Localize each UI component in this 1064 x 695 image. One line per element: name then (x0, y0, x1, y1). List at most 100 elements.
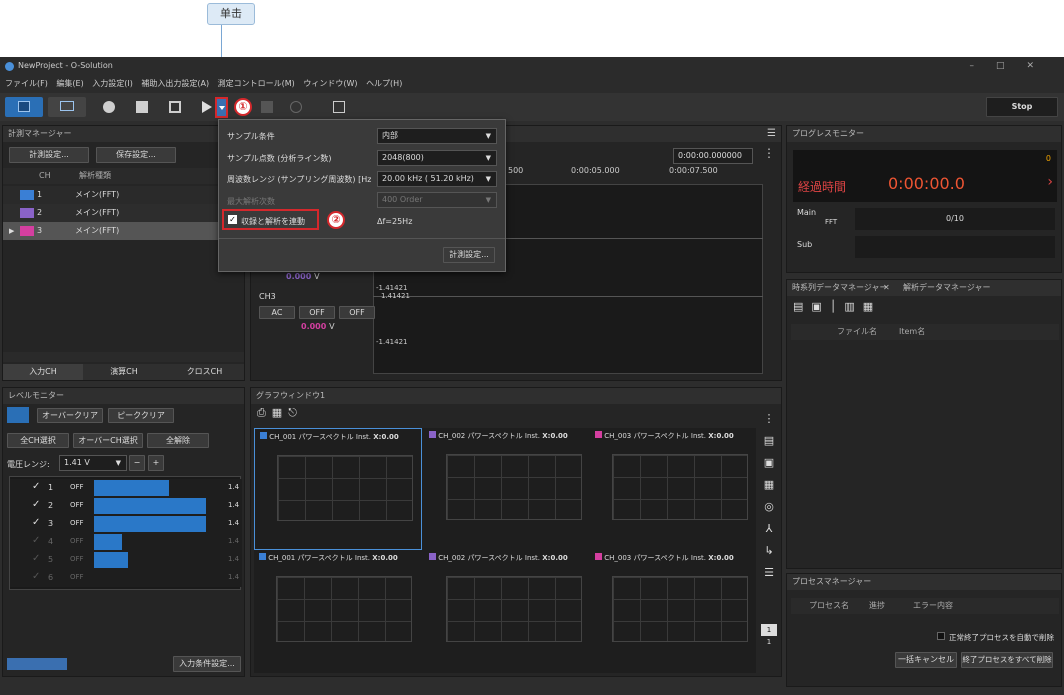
layout-buttons[interactable] (7, 658, 67, 670)
save-settings-button[interactable]: 保存設定... (96, 147, 176, 163)
menu-edit[interactable]: 編集(E) (56, 79, 83, 88)
sync-menu-icon[interactable] (169, 101, 181, 113)
measure-settings-button[interactable]: 計測設定... (9, 147, 89, 163)
sample-condition-select[interactable]: 内部 ▼ (377, 128, 497, 144)
stop-button[interactable]: Stop (986, 97, 1058, 117)
level-row[interactable]: ✓ 5 OFF 1.4 (10, 551, 242, 569)
play-icon[interactable] (202, 101, 212, 113)
ch3-off-button[interactable]: OFF (339, 306, 375, 319)
tab-calc-ch[interactable]: 演算CH (84, 364, 164, 380)
peak-clear-button[interactable]: ピーククリア (108, 408, 174, 423)
level-row[interactable]: ✓ 1 OFF 1.4 (10, 479, 242, 497)
data-manager-tabs: 時系列データマネージャー ✕ 解析データマネージャー (787, 280, 1061, 296)
palette-icon[interactable] (103, 101, 115, 113)
elapsed-value: 0:00:00.0 (888, 174, 965, 193)
graph-cell[interactable]: CH_001 パワースペクトル Inst. X:0.00 (254, 428, 422, 550)
graph-cell[interactable]: CH_002 パワースペクトル Inst. X:0.00 (424, 428, 592, 550)
sync-checkbox[interactable]: ✓ (228, 215, 237, 224)
table-row[interactable]: 1 メイン(FFT) (3, 186, 244, 204)
sample-settings-popup: サンプル条件 内部 ▼ サンプル点数 (分析ライン数) 2048(800) ▼ 周波… (218, 119, 506, 272)
input-condition-button[interactable]: 入力条件設定... (173, 656, 241, 672)
cell-inst: Inst. (354, 554, 371, 562)
ch3-label[interactable]: CH3 (259, 292, 276, 301)
graph-cell[interactable]: CH_002 パワースペクトル Inst. X:0.00 (424, 550, 592, 672)
panel-title: プロセスマネージャー (787, 574, 1061, 590)
clear-all-button[interactable]: 全解除 (147, 433, 209, 448)
more-icon[interactable]: ⋮ (763, 146, 775, 160)
popup-measure-settings-button[interactable]: 計測設定... (443, 247, 495, 263)
col-ch[interactable]: CH (39, 168, 51, 184)
sync-label[interactable]: 収録と解析を連動 (241, 216, 305, 227)
level-value: 1.4 (228, 483, 240, 491)
level-ch: 4 (48, 537, 54, 546)
wave-menu-icon[interactable]: ☰ (767, 128, 776, 139)
level-tool-icon[interactable] (7, 407, 29, 423)
auto-delete-label[interactable]: 正常終了プロセスを自動で削除 (949, 632, 1054, 643)
play-dropdown-button[interactable] (215, 97, 228, 118)
step1-marker: ① (234, 98, 252, 116)
level-row[interactable]: ✓ 2 OFF 1.4 (10, 497, 242, 515)
ch3-ac-button[interactable]: AC (259, 306, 295, 319)
tab-input-ch[interactable]: 入力CH (3, 364, 83, 380)
tab-timeseries[interactable]: 時系列データマネージャー (792, 280, 887, 296)
layout1-button[interactable] (5, 97, 43, 117)
chart-menu-icon[interactable] (136, 101, 148, 113)
table-row[interactable]: 2 メイン(FFT) (3, 204, 244, 222)
menu-aux[interactable]: 補助入出力設定(A) (141, 79, 209, 88)
panel-title: グラフウィンドウ1 (251, 388, 781, 404)
main-label: Main (797, 208, 817, 217)
select-over-ch-button[interactable]: オーバーCH選択 (73, 433, 143, 448)
cancel-all-button[interactable]: 一括キャンセル (895, 652, 957, 668)
window-controls[interactable]: –□✕ (969, 57, 1056, 75)
level-off: OFF (70, 537, 84, 545)
table-header: プロセス名 進捗 エラー内容 (791, 598, 1059, 614)
level-row[interactable]: ✓ 3 OFF 1.4 (10, 515, 242, 533)
horizontal-scrollbar[interactable] (3, 352, 244, 362)
menu-file[interactable]: ファイル(F) (5, 79, 48, 88)
graph-cell[interactable]: CH_003 パワースペクトル Inst. X:0.00 (590, 428, 756, 550)
table-row-selected[interactable]: ▶ 3 メイン(FFT) (3, 222, 244, 240)
range-minus-button[interactable]: − (129, 455, 145, 471)
menu-input[interactable]: 入力設定(I) (92, 79, 133, 88)
ch3-off-button[interactable]: OFF (299, 306, 335, 319)
step2-marker: ② (327, 211, 345, 229)
menu-window[interactable]: ウィンドウ(W) (303, 79, 357, 88)
level-value: 1.4 (228, 555, 240, 563)
select-all-ch-button[interactable]: 全CH選択 (7, 433, 69, 448)
level-value: 1.4 (228, 501, 240, 509)
level-ch: 6 (48, 573, 54, 582)
chevron-right-icon: › (1047, 174, 1053, 190)
page-indicator[interactable]: 1 1 (761, 624, 777, 648)
layout2-button[interactable] (48, 97, 86, 117)
freq-range-select[interactable]: 20.00 kHz ( 51.20 kHz) ▼ (377, 171, 497, 187)
cell-inst: Inst. (524, 554, 541, 562)
sample-points-select[interactable]: 2048(800) ▼ (377, 150, 497, 166)
close-icon[interactable]: ✕ (883, 280, 890, 296)
graph-cell[interactable]: CH_003 パワースペクトル Inst. X:0.00 (590, 550, 756, 672)
file-icons[interactable]: ▤▣│▥▦ (793, 300, 881, 313)
tab-cross-ch[interactable]: クロスCH (165, 364, 244, 380)
graph-tools[interactable]: ⎙▦⎋ (257, 406, 303, 420)
graph-cell[interactable]: CH_001 パワースペクトル Inst. X:0.00 (254, 550, 422, 672)
col-file[interactable]: ファイル名 (837, 324, 877, 340)
time-input[interactable]: 0:00:00.000000 (673, 148, 753, 164)
col-item[interactable]: Item名 (899, 324, 925, 340)
delete-finished-button[interactable]: 終了プロセスをすべて削除 (961, 652, 1053, 668)
sample-condition-label: サンプル条件 (227, 132, 275, 141)
side-tools[interactable]: ⋮ ▤ ▣ ▦ ◎ ⅄ ↳ ☰ (761, 408, 777, 584)
col-error[interactable]: エラー内容 (913, 598, 953, 614)
level-row[interactable]: ✓ 6 OFF 1.4 (10, 569, 242, 587)
range-plus-button[interactable]: + (148, 455, 164, 471)
col-progress[interactable]: 進捗 (869, 598, 885, 614)
col-process[interactable]: プロセス名 (809, 598, 849, 614)
menu-control[interactable]: 測定コントロール(M) (218, 79, 295, 88)
sub-label: Sub (797, 240, 813, 249)
tab-analysis[interactable]: 解析データマネージャー (903, 280, 990, 296)
menu-help[interactable]: ヘルプ(H) (366, 79, 402, 88)
range-select[interactable]: 1.41 V ▼ (59, 455, 127, 471)
auto-delete-checkbox[interactable] (937, 632, 945, 640)
export-icon[interactable] (333, 101, 345, 113)
level-row[interactable]: ✓ 4 OFF 1.4 (10, 533, 242, 551)
col-type[interactable]: 解析種類 (79, 168, 111, 184)
over-clear-button[interactable]: オーバークリア (37, 408, 103, 423)
